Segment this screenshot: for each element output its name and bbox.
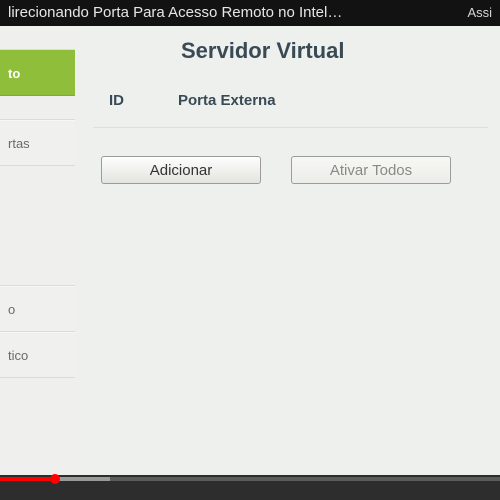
sidebar: to rtas o tico bbox=[0, 26, 75, 475]
router-admin-page: to rtas o tico Servidor Virtual ID Porta… bbox=[0, 26, 500, 475]
sidebar-item[interactable]: rtas bbox=[0, 120, 75, 166]
progress-playhead-icon[interactable] bbox=[50, 474, 60, 484]
sidebar-item-active[interactable]: to bbox=[0, 50, 75, 96]
video-action-hint: Assi bbox=[467, 0, 492, 26]
video-progress-bar[interactable] bbox=[0, 475, 500, 500]
sidebar-item[interactable]: tico bbox=[0, 332, 75, 378]
column-header-external-port: Porta Externa bbox=[178, 92, 276, 109]
progress-played bbox=[0, 477, 55, 481]
table-header: ID Porta Externa bbox=[93, 84, 488, 128]
main-panel: Servidor Virtual ID Porta Externa Adicio… bbox=[75, 26, 500, 475]
sidebar-item-label: rtas bbox=[8, 136, 30, 151]
sidebar-spacer bbox=[0, 96, 75, 120]
sidebar-gap bbox=[0, 166, 75, 286]
sidebar-item-label: o bbox=[8, 302, 15, 317]
add-button[interactable]: Adicionar bbox=[101, 156, 261, 184]
sidebar-item-label: tico bbox=[8, 348, 28, 363]
video-title: lirecionando Porta Para Acesso Remoto no… bbox=[8, 0, 342, 26]
page-title: Servidor Virtual bbox=[181, 38, 488, 64]
enable-all-button[interactable]: Ativar Todos bbox=[291, 156, 451, 184]
sidebar-item-label: to bbox=[8, 66, 20, 81]
column-header-id: ID bbox=[109, 92, 124, 109]
button-row: Adicionar Ativar Todos bbox=[93, 156, 488, 184]
video-title-bar: lirecionando Porta Para Acesso Remoto no… bbox=[0, 0, 500, 26]
sidebar-item[interactable]: o bbox=[0, 286, 75, 332]
sidebar-spacer bbox=[0, 26, 75, 50]
